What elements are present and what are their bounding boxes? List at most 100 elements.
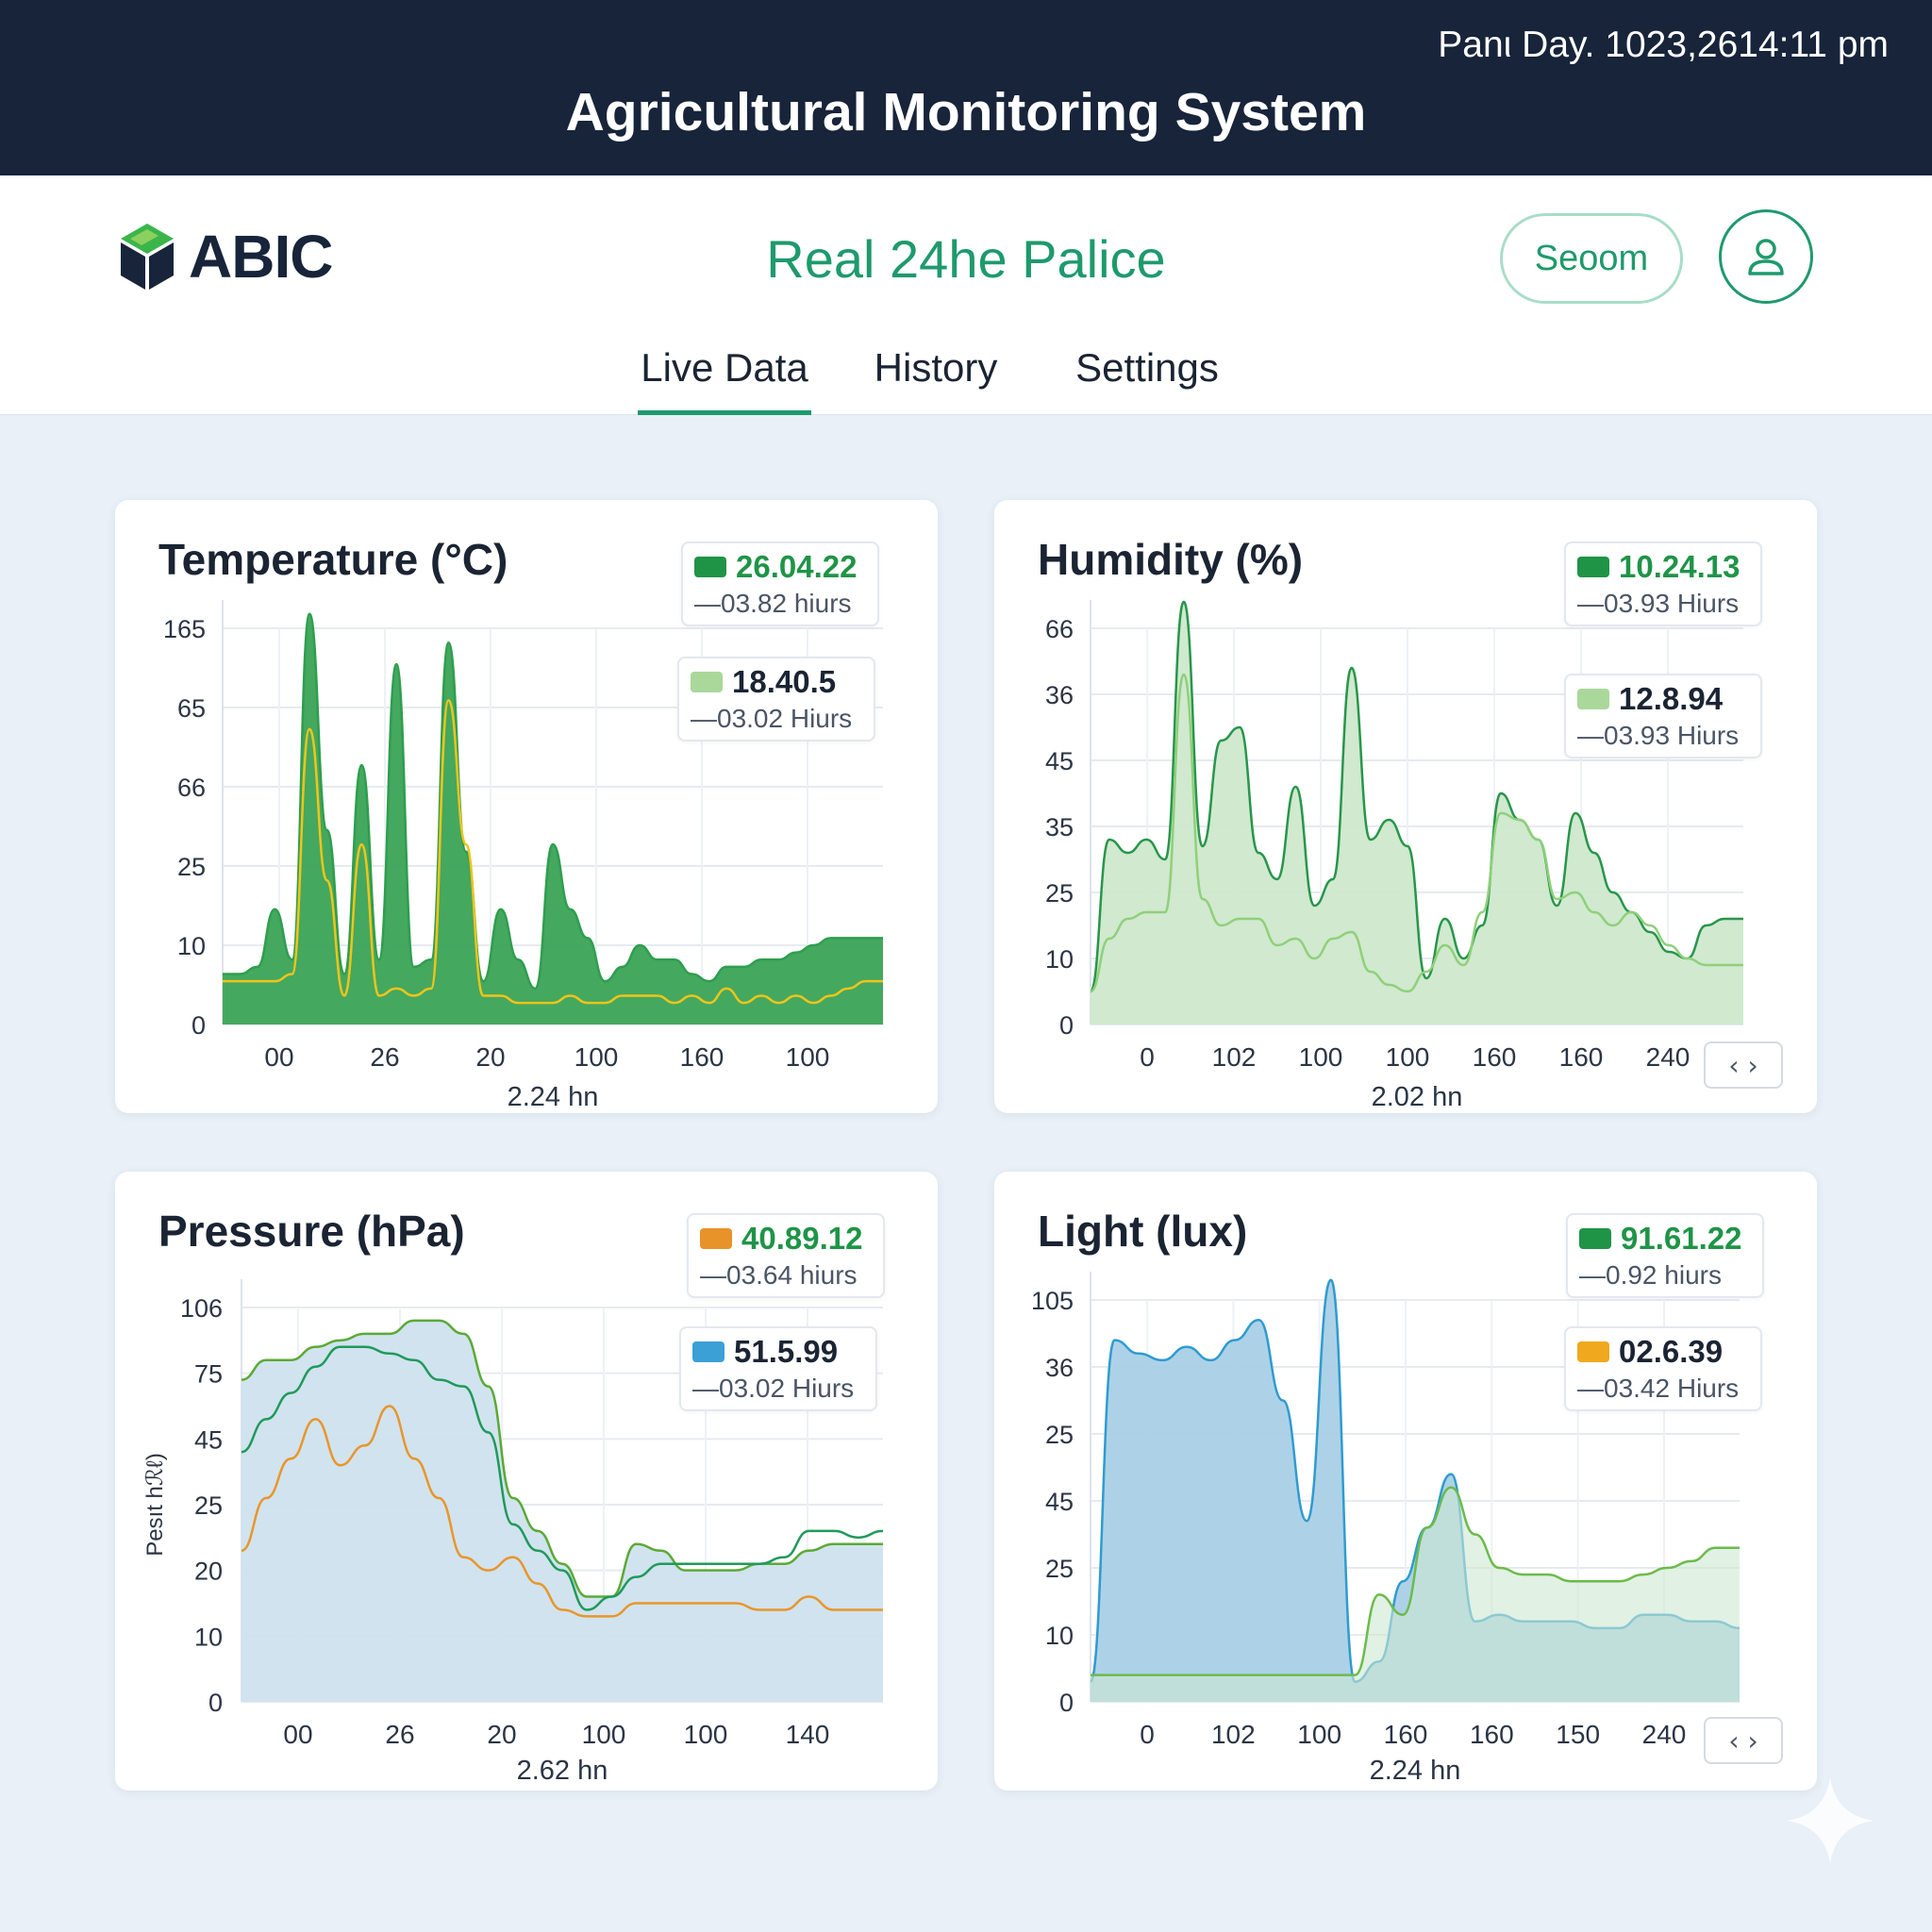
legend-item: 10.24.13 —03.93 Hiurs	[1564, 541, 1762, 626]
x-tick-label: 100	[786, 1042, 830, 1072]
legend-sub: 03.42 Hiurs	[1604, 1374, 1740, 1403]
page-header: ABIC Real 24he Palice Seoom Live Data Hi…	[0, 175, 1932, 415]
x-tick-label: 240	[1642, 1720, 1687, 1749]
x-tick-label: 20	[475, 1042, 505, 1072]
legend-item: 91.61.22 —0.92 hiurs	[1566, 1213, 1764, 1298]
y-tick-label: 45	[1045, 747, 1074, 775]
legend-item: 12.8.94 —03.93 Hiurs	[1564, 674, 1762, 758]
humidity-card: 0 10 25 35 45 36 66 0 102 100 100 160 160 240 2.02 hn …	[994, 500, 1817, 1113]
y-tick-label: 20	[194, 1557, 223, 1586]
x-tick-label: 00	[283, 1720, 312, 1749]
legend-value: 18.40.5	[732, 664, 837, 699]
sparkle-icon	[1787, 1777, 1874, 1864]
chevron-right-icon[interactable]: ›	[1747, 1725, 1757, 1757]
user-profile-button[interactable]	[1719, 209, 1813, 304]
x-tick-label: 100	[1299, 1042, 1343, 1072]
x-tick-label: 102	[1212, 1042, 1257, 1072]
x-tick-label: 100	[1297, 1720, 1341, 1749]
chart-pager[interactable]: ‹ ›	[1704, 1041, 1783, 1089]
legend-swatch	[694, 557, 726, 577]
y-tick-label: 36	[1045, 681, 1074, 709]
temperature-card: 0 10 25 66 65 165 00 26 20 100 160 100 2.24 hn Tempe…	[115, 500, 938, 1113]
x-tick-label: 0	[1140, 1042, 1155, 1072]
legend-swatch	[1577, 1341, 1609, 1362]
legend-item: 40.89.12 —03.64 hiurs	[687, 1213, 885, 1298]
legend-value: 91.61.22	[1621, 1221, 1742, 1256]
series-area	[1091, 602, 1743, 1024]
x-tick-label: 26	[370, 1042, 399, 1072]
legend-sub: 0.92 hiurs	[1606, 1260, 1722, 1290]
chevron-right-icon[interactable]: ›	[1747, 1050, 1757, 1081]
chart-pager[interactable]: ‹ ›	[1704, 1717, 1783, 1764]
y-tick-label: 45	[1045, 1488, 1074, 1516]
x-tick-label: 150	[1556, 1720, 1600, 1749]
y-tick-label: 25	[1045, 1421, 1074, 1449]
y-tick-label: 10	[177, 932, 206, 960]
x-tick-label: 100	[684, 1720, 728, 1749]
x-tick-label: 140	[786, 1720, 830, 1749]
legend-value: 10.24.13	[1619, 549, 1740, 584]
y-tick-label: 10	[1045, 1622, 1074, 1650]
x-tick-label: 160	[1559, 1042, 1604, 1072]
y-tick-label: 65	[177, 694, 206, 723]
y-tick-label: 25	[1045, 1555, 1074, 1583]
legend-swatch	[1577, 689, 1609, 709]
main-tabs: Live Data History Settings	[0, 340, 1932, 415]
y-tick-label: 106	[180, 1294, 223, 1323]
pressure-card: 0 10 20 25 45 75 106 00 26 20 100 100 140 2.62 hn Pesı…	[115, 1172, 938, 1790]
y-tick-label: 75	[194, 1360, 223, 1389]
legend-value: 26.04.22	[736, 549, 858, 584]
x-tick-label: 160	[680, 1042, 724, 1072]
y-tick-label: 35	[1045, 813, 1074, 841]
x-tick-label: 160	[1473, 1042, 1517, 1072]
x-tick-label: 240	[1646, 1042, 1690, 1072]
y-tick-label: 0	[1059, 1011, 1074, 1040]
x-axis-title: 2.62 hn	[517, 1756, 608, 1786]
legend-sub: 03.93 Hiurs	[1604, 589, 1740, 618]
chart-title: Light (lux)	[1038, 1207, 1248, 1256]
x-tick-label: 160	[1470, 1720, 1514, 1749]
tab-live-data[interactable]: Live Data	[638, 340, 811, 415]
legend-sub: 03.02 Hiurs	[717, 704, 853, 733]
legend-swatch	[691, 672, 723, 692]
legend-sub: 03.02 Hiurs	[719, 1374, 855, 1403]
x-tick-label: 100	[575, 1042, 619, 1072]
y-tick-label: 36	[1045, 1354, 1074, 1382]
x-tick-label: 20	[487, 1720, 516, 1749]
x-axis-title: 2.02 hn	[1372, 1082, 1463, 1112]
y-tick-label: 10	[1045, 945, 1074, 974]
legend-sub: 03.82 hiurs	[721, 589, 852, 618]
chart-title: Temperature (°C)	[158, 535, 508, 584]
y-axis-title: Pesıt hℛℓ)	[142, 1453, 168, 1557]
y-tick-label: 25	[1045, 879, 1074, 908]
y-tick-label: 0	[208, 1689, 223, 1717]
y-tick-label: 165	[163, 615, 206, 643]
light-card: 0 10 25 45 25 36 105 0 102 100 160 160 150 240 2.24 hn…	[994, 1172, 1817, 1790]
y-tick-label: 10	[194, 1623, 223, 1651]
x-tick-label: 160	[1384, 1720, 1428, 1749]
chevron-left-icon[interactable]: ‹	[1728, 1725, 1739, 1757]
chart-title: Humidity (%)	[1038, 535, 1304, 584]
legend-swatch	[1577, 557, 1609, 577]
tab-history[interactable]: History	[855, 340, 1017, 415]
legend-swatch	[1579, 1228, 1611, 1249]
y-tick-label: 45	[194, 1425, 223, 1454]
y-tick-label: 0	[192, 1011, 206, 1040]
chart-title: Pressure (hPa)	[158, 1207, 465, 1256]
legend-item: 51.5.99 —03.02 Hiurs	[679, 1326, 877, 1411]
legend-value: 02.6.39	[1619, 1334, 1724, 1369]
legend-value: 12.8.94	[1619, 681, 1724, 716]
app-title: Agricultural Monitoring System	[565, 82, 1367, 142]
x-tick-label: 100	[582, 1720, 626, 1749]
x-tick-label: 0	[1140, 1720, 1155, 1749]
legend-swatch	[700, 1228, 732, 1249]
tab-settings[interactable]: Settings	[1062, 340, 1232, 415]
datetime-readout: Panι Day. 1023,2614:11 pm	[1438, 25, 1889, 65]
user-icon	[1748, 239, 1784, 275]
x-axis-title: 2.24 hn	[1370, 1756, 1461, 1786]
y-tick-label: 105	[1031, 1287, 1074, 1315]
search-button[interactable]: Seoom	[1500, 213, 1683, 304]
x-axis-title: 2.24 hn	[508, 1082, 599, 1112]
chevron-left-icon[interactable]: ‹	[1728, 1050, 1739, 1081]
y-tick-label: 25	[177, 853, 206, 881]
